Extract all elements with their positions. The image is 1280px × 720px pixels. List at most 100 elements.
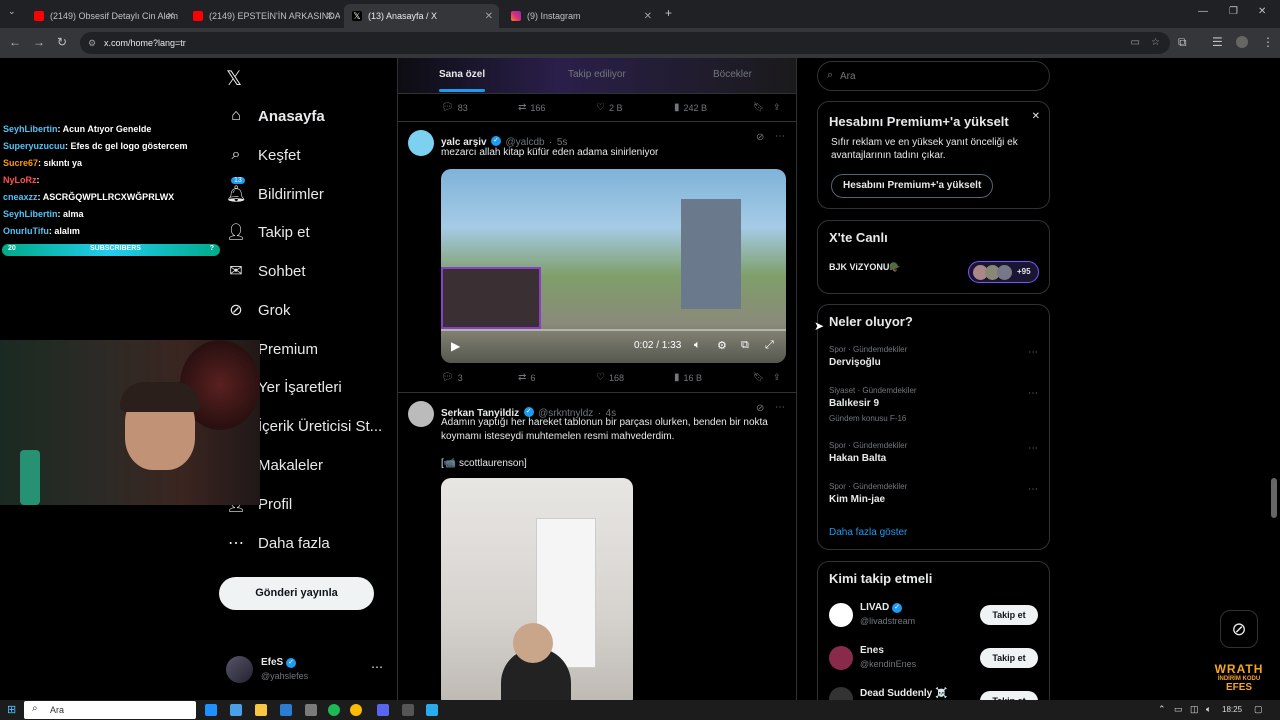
close-window-icon[interactable]: ✕ bbox=[1258, 6, 1266, 17]
taskbar-search[interactable]: ⌕ Ara bbox=[24, 701, 196, 719]
tab-bugs[interactable]: Böcekler bbox=[713, 69, 752, 80]
site-info-icon[interactable]: ⚙ bbox=[88, 32, 96, 54]
nav-explore[interactable]: ⌕ Keşfet bbox=[226, 141, 301, 169]
reply-button[interactable]: 💬︎ 83 bbox=[441, 102, 468, 113]
settings-icon[interactable]: ⚙ bbox=[717, 339, 727, 352]
pip-icon[interactable]: ⧉ bbox=[741, 339, 749, 352]
more-icon[interactable]: ⋯ bbox=[1028, 484, 1038, 495]
cast-icon[interactable]: ▭ bbox=[1131, 32, 1140, 54]
share-button[interactable]: ⇪ bbox=[773, 372, 781, 383]
x-logo-icon[interactable]: 𝕏 bbox=[226, 66, 242, 91]
scrollbar-thumb[interactable] bbox=[1271, 478, 1277, 518]
share-button[interactable]: ⇪ bbox=[773, 102, 781, 113]
tab-x-home[interactable]: 𝕏 (13) Anasayfa / X ✕ bbox=[344, 4, 499, 28]
store-icon[interactable] bbox=[230, 704, 242, 716]
maximize-icon[interactable]: ❐ bbox=[1229, 6, 1238, 17]
account-switcher[interactable]: EfeS ✓ @yahslefes ⋯ bbox=[226, 656, 396, 686]
extensions-icon[interactable]: ⧉ bbox=[1178, 35, 1187, 50]
live-item[interactable]: BJK ViZYONU🪖 bbox=[829, 262, 901, 273]
close-icon[interactable]: ✕ bbox=[644, 11, 652, 22]
nav-more[interactable]: ⋯ Daha fazla bbox=[226, 529, 330, 557]
app-icon[interactable] bbox=[402, 704, 414, 716]
reading-list-icon[interactable]: ☰ bbox=[1212, 35, 1223, 49]
follow-suggestion[interactable]: LIVAD ✓ @livadstream Takip et bbox=[818, 599, 1049, 635]
upgrade-premium-button[interactable]: Hesabını Premium+'a yükselt bbox=[831, 174, 994, 198]
repost-button[interactable]: ⇄ 6 bbox=[518, 372, 535, 383]
views-button[interactable]: ▮ 242 B bbox=[674, 102, 707, 113]
grok-floating-button[interactable]: ⊘ bbox=[1220, 610, 1258, 648]
chrome-icon[interactable] bbox=[350, 704, 362, 716]
more-icon[interactable]: ⋯ bbox=[1028, 443, 1038, 454]
tab-search-icon[interactable]: ⌄ bbox=[8, 6, 16, 17]
notification-center-icon[interactable]: ▢ bbox=[1254, 704, 1263, 715]
live-participants[interactable]: +95 bbox=[968, 261, 1039, 283]
bookmark-button[interactable]: 🔖︎ bbox=[753, 102, 764, 113]
more-icon[interactable]: ⋯ bbox=[1028, 388, 1038, 399]
forward-icon[interactable]: → bbox=[33, 35, 45, 49]
spotify-icon[interactable] bbox=[328, 704, 340, 716]
nav-chat[interactable]: ✉ Sohbet bbox=[226, 257, 305, 285]
edge-icon[interactable] bbox=[205, 704, 217, 716]
reply-button[interactable]: 💬︎ 3 bbox=[441, 372, 463, 383]
network-icon[interactable]: ◫ bbox=[1190, 704, 1199, 715]
tweet-2[interactable]: Serkan Tanyildiz ✓ @srkntnyldz · 4s ⊘ ⋯ … bbox=[398, 393, 796, 700]
back-icon[interactable]: ← bbox=[9, 35, 21, 49]
bookmark-star-icon[interactable]: ☆ bbox=[1151, 32, 1160, 54]
video-progress-bar[interactable] bbox=[441, 329, 786, 331]
play-icon[interactable]: ▶ bbox=[451, 339, 460, 353]
trend-item[interactable]: Spor · Gündemdekiler Kim Min-jae ⋯ bbox=[818, 482, 1049, 512]
volume-icon[interactable]: 🔈︎ bbox=[1206, 704, 1211, 715]
trend-item[interactable]: Siyaset · Gündemdekiler Balıkesir 9 Günd… bbox=[818, 386, 1049, 430]
more-icon[interactable]: ⋯ bbox=[371, 660, 383, 674]
tweet-video[interactable]: ▶ 0:02 / 1:33 🔈︎ ⚙ ⧉ ⤢ bbox=[441, 169, 786, 363]
address-bar[interactable]: ⚙ x.com/home?lang=tr ▭ ☆ bbox=[80, 32, 1170, 54]
file-explorer-icon[interactable] bbox=[255, 704, 267, 716]
nav-notifications[interactable]: 🔔︎ Bildirimler 13 bbox=[226, 177, 324, 208]
search-box[interactable]: ⌕ Ara bbox=[817, 61, 1050, 91]
grok-icon[interactable]: ⊘ bbox=[756, 403, 764, 414]
reload-icon[interactable]: ↻ bbox=[57, 35, 67, 49]
follow-button[interactable]: Takip et bbox=[980, 605, 1038, 625]
tray-chevron-icon[interactable]: ⌃ bbox=[1158, 704, 1166, 715]
tab-instagram[interactable]: (9) Instagram ✕ bbox=[503, 4, 658, 28]
new-tab-icon[interactable]: + bbox=[665, 6, 672, 20]
tab-following[interactable]: Takip ediliyor bbox=[568, 69, 626, 80]
follow-button[interactable]: Takip et bbox=[980, 648, 1038, 668]
nav-follow[interactable]: 👤︎ Takip et bbox=[226, 218, 310, 246]
more-icon[interactable]: ⋯ bbox=[1028, 347, 1038, 358]
trend-item[interactable]: Spor · Gündemdekiler Dervişoğlu ⋯ bbox=[818, 345, 1049, 375]
tab-for-you[interactable]: Sana özel bbox=[439, 69, 485, 80]
follow-button[interactable]: Takip et bbox=[980, 691, 1038, 700]
menu-icon[interactable]: ⋮ bbox=[1262, 35, 1274, 49]
like-button[interactable]: ♡ 2 B bbox=[596, 102, 622, 113]
clock[interactable]: 18:25 bbox=[1222, 705, 1242, 714]
tweet-1[interactable]: yalc arşiv ✓ @yalcdb · 5s ⊘ ⋯ mezarcı al… bbox=[398, 122, 796, 392]
close-icon[interactable]: ✕ bbox=[485, 11, 493, 22]
telegram-icon[interactable] bbox=[426, 704, 438, 716]
app-icon[interactable] bbox=[305, 704, 317, 716]
tray-icon[interactable]: ▭ bbox=[1174, 704, 1183, 715]
more-icon[interactable]: ⋯ bbox=[775, 402, 785, 413]
search-input[interactable]: Ara bbox=[840, 71, 856, 82]
repost-button[interactable]: ⇄ 166 bbox=[518, 102, 545, 113]
tab-youtube-1[interactable]: (2149) Obsesif Detaylı Cin Alem ✕ bbox=[26, 4, 181, 28]
close-icon[interactable]: ✕ bbox=[167, 11, 175, 22]
windows-start-icon[interactable]: ⊞ bbox=[7, 703, 16, 716]
grok-icon[interactable]: ⊘ bbox=[756, 132, 764, 143]
discord-icon[interactable] bbox=[377, 704, 389, 716]
profile-avatar[interactable] bbox=[1236, 36, 1248, 48]
more-icon[interactable]: ⋯ bbox=[775, 131, 785, 142]
views-button[interactable]: ▮ 16 B bbox=[674, 372, 702, 383]
close-icon[interactable]: ✕ bbox=[1032, 111, 1040, 122]
nav-grok[interactable]: ⊘ Grok bbox=[226, 296, 290, 324]
follow-suggestion[interactable]: Enes @kendinEnes Takip et bbox=[818, 642, 1049, 678]
bookmark-button[interactable]: 🔖︎ bbox=[753, 372, 764, 383]
tab-youtube-2[interactable]: (2149) EPSTEİN'İN ARKASINDAN ✕ bbox=[185, 4, 340, 28]
trend-item[interactable]: Spor · Gündemdekiler Hakan Balta ⋯ bbox=[818, 441, 1049, 471]
follow-suggestion[interactable]: Dead Suddenly ☠️ Takip et bbox=[818, 685, 1049, 700]
fullscreen-icon[interactable]: ⤢ bbox=[765, 339, 774, 352]
show-more-link[interactable]: Daha fazla göster bbox=[829, 527, 907, 538]
minimize-icon[interactable]: — bbox=[1198, 6, 1208, 17]
close-icon[interactable]: ✕ bbox=[326, 11, 334, 22]
tweet-video[interactable] bbox=[441, 478, 633, 700]
